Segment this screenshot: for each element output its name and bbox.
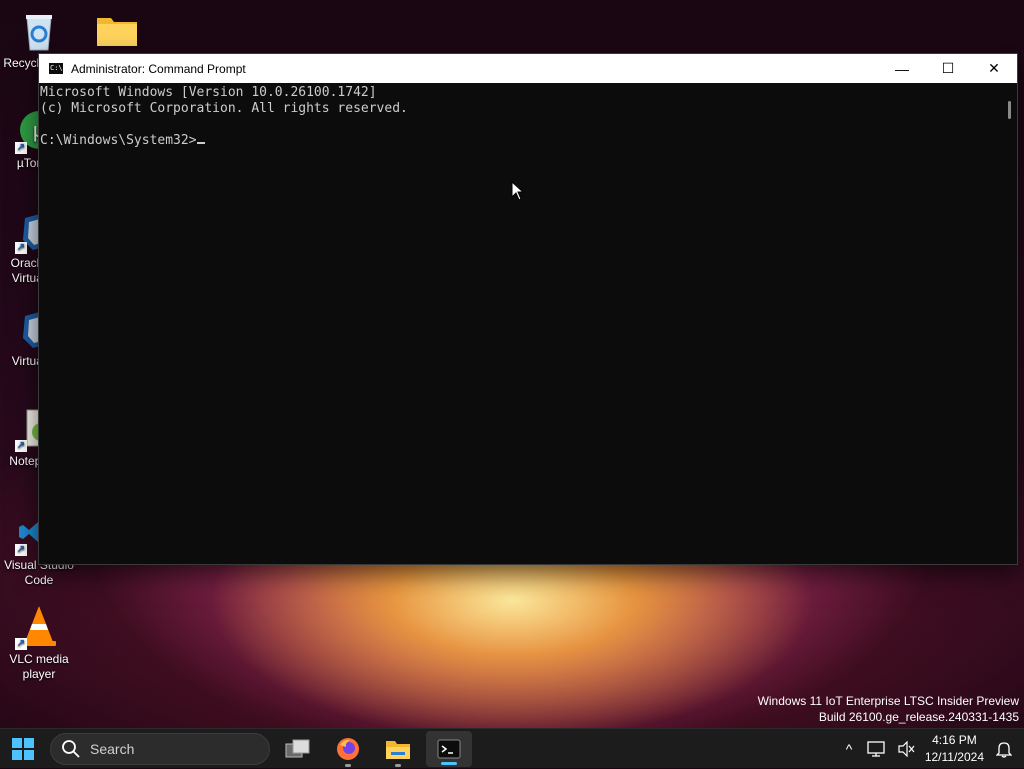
watermark-build: Build 26100.ge_release.240331-1435 [818, 710, 1019, 724]
taskbar-search-box[interactable]: Search [50, 733, 270, 765]
mouse-pointer-icon [511, 181, 525, 201]
scrollbar-thumb[interactable] [1008, 101, 1011, 119]
file-explorer-icon [386, 741, 410, 759]
shortcut-arrow-icon: ↗ [15, 440, 27, 452]
text-cursor [196, 142, 205, 144]
desktop-icon-label: VLC media player [9, 652, 69, 681]
close-button[interactable]: ✕ [971, 54, 1017, 83]
desktop-icon-vlc[interactable]: ↗ VLC media player [0, 604, 78, 682]
maximize-button[interactable]: ☐ [925, 54, 971, 83]
clock-date: 12/11/2024 [924, 750, 984, 764]
vlc-icon: ↗ [15, 604, 61, 650]
shortcut-arrow-icon: ↗ [15, 242, 27, 254]
command-prompt-icon: C:\ [49, 63, 63, 74]
folder-icon [95, 8, 139, 52]
vertical-scrollbar[interactable] [1000, 83, 1017, 564]
running-indicator [395, 764, 401, 767]
notifications-button[interactable] [992, 729, 1016, 769]
maximize-icon: ☐ [941, 60, 955, 76]
task-view-button[interactable] [278, 729, 318, 769]
close-icon: ✕ [988, 60, 1000, 76]
chevron-up-icon: ^ [845, 741, 853, 757]
desktop-icon-folder[interactable] [78, 8, 156, 56]
clock-time: 4:16 PM [932, 733, 977, 747]
watermark-edition: Windows 11 IoT Enterprise LTSC Insider P… [757, 694, 1019, 708]
terminal-taskbar-button[interactable] [426, 731, 472, 767]
console-output[interactable]: Microsoft Windows [Version 10.0.26100.17… [39, 83, 1000, 564]
shortcut-arrow-icon: ↗ [15, 142, 27, 154]
minimize-icon: — [895, 60, 909, 77]
minimize-button[interactable]: — [879, 54, 925, 83]
recycle-bin-icon [17, 8, 61, 52]
shortcut-arrow-icon: ↗ [15, 638, 27, 650]
volume-tray-button[interactable] [894, 729, 918, 769]
windows-start-icon [12, 738, 34, 760]
search-icon [62, 740, 80, 758]
console-line: Microsoft Windows [Version 10.0.26100.17… [40, 85, 377, 100]
show-hidden-icons-button[interactable]: ^ [838, 729, 860, 769]
console-line: (c) Microsoft Corporation. All rights re… [40, 101, 408, 116]
firefox-taskbar-button[interactable] [328, 729, 368, 769]
network-tray-button[interactable] [864, 729, 888, 769]
volume-muted-icon [898, 741, 915, 757]
file-explorer-taskbar-button[interactable] [378, 729, 418, 769]
console-prompt: C:\Windows\System32> [40, 133, 197, 148]
firefox-icon [337, 738, 359, 760]
active-indicator [441, 762, 457, 765]
windows-build-watermark: Windows 11 IoT Enterprise LTSC Insider P… [758, 693, 1019, 725]
window-title: Administrator: Command Prompt [71, 61, 246, 76]
start-button[interactable] [4, 729, 42, 769]
clock[interactable]: 4:16 PM 12/11/2024 [925, 732, 984, 766]
bell-icon [996, 742, 1012, 758]
search-placeholder: Search [90, 741, 135, 757]
shortcut-arrow-icon: ↗ [15, 544, 27, 556]
window-titlebar[interactable]: C:\ Administrator: Command Prompt — ☐ ✕ [39, 54, 1017, 83]
command-prompt-window[interactable]: C:\ Administrator: Command Prompt — ☐ ✕ … [38, 53, 1018, 565]
running-indicator [345, 764, 351, 767]
task-view-icon [285, 739, 310, 758]
terminal-icon [437, 739, 461, 759]
network-icon [867, 741, 885, 757]
console-prompt-line: C:\Windows\System32> [40, 133, 1000, 149]
taskbar: Search ^ 4:16 PM 12/11/2024 [0, 728, 1024, 768]
